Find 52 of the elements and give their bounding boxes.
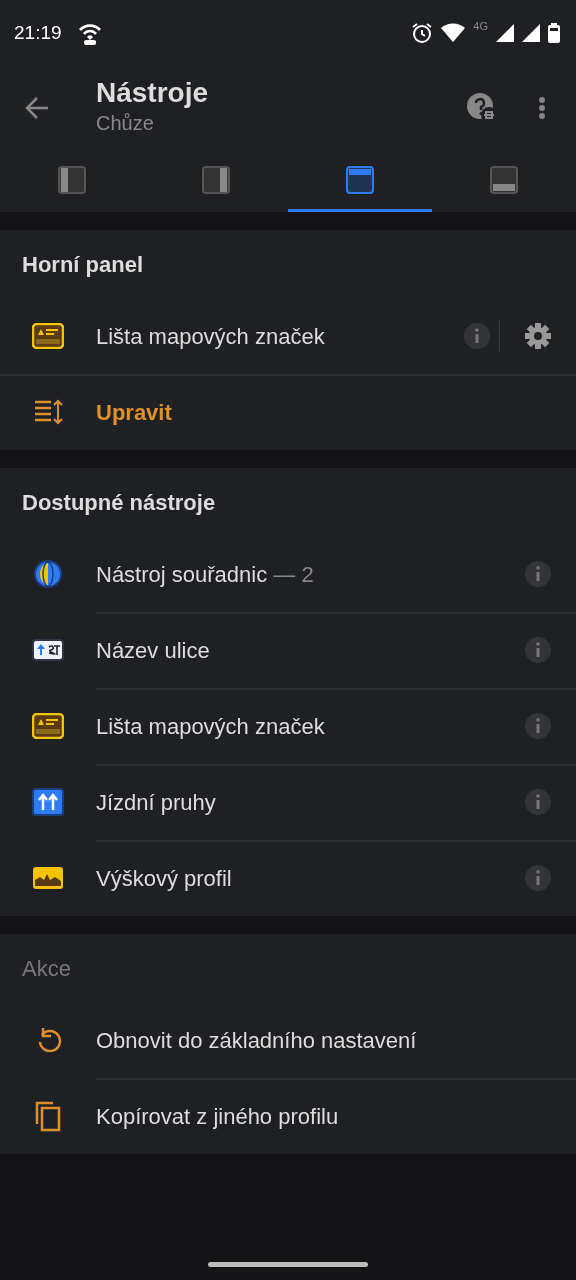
status-time: 21:19 [14,20,62,45]
item-label: Jízdní pruhy [96,789,216,815]
signal-icon [496,24,514,42]
page-subtitle: Chůze [96,111,155,137]
panel-layout-icon [202,165,230,194]
info-icon[interactable] [524,864,552,892]
item-count: — 2 [273,561,314,587]
reorder-icon [33,398,63,426]
info-icon[interactable] [524,712,552,740]
panel-layout-icon [490,165,518,194]
item-label: Obnovit do základního nastavení [96,1027,417,1053]
list-item[interactable]: Nástroj souřadnic — 2 [0,536,576,612]
street-name-icon [32,639,64,661]
item-label: Lišta mapových značek [96,713,325,739]
item-label: Kopírovat z jiného profilu [96,1103,339,1129]
item-label: Nástroj souřadnic [96,561,268,587]
page-title: Nástroje [96,77,210,109]
section-heading: Dostupné nástroje [21,488,217,517]
lanes-icon [32,788,64,816]
list-item[interactable]: Obnovit do základního nastavení [0,1002,576,1078]
map-markers-bar-icon [32,323,64,349]
wifi-icon [441,23,466,43]
item-label: Název ulice [96,637,210,663]
panel-layout-icon [346,165,374,194]
map-markers-bar-icon [32,713,64,739]
list-item[interactable]: Lišta mapových značek [0,298,576,374]
list-item[interactable]: Název ulice [0,612,576,688]
overflow-menu-button[interactable] [538,96,546,120]
item-label: Lišta mapových značek [96,323,325,349]
info-icon[interactable] [524,560,552,588]
list-item[interactable]: Upravit [0,374,576,450]
list-item[interactable]: Kopírovat z jiného profilu [0,1078,576,1154]
globe-icon [33,559,63,589]
copy-icon [34,1100,62,1132]
more-vert-icon [538,96,546,120]
panel-layout-icon [58,165,86,194]
info-icon[interactable] [524,788,552,816]
back-arrow-icon [24,95,50,121]
section-heading: Horní panel [21,250,144,279]
list-item[interactable]: Výškový profil [0,840,576,916]
info-icon[interactable] [524,636,552,664]
list-item[interactable]: Lišta mapových značek [0,688,576,764]
alarm-icon [411,22,434,44]
elevation-profile-icon [32,866,64,890]
network-label: 4G [473,19,488,34]
signal-icon [522,24,540,42]
section-heading: Akce [21,954,72,983]
item-label: Výškový profil [96,865,232,891]
list-item[interactable]: Jízdní pruhy [0,764,576,840]
item-label: Upravit [96,399,172,425]
info-icon[interactable] [463,322,491,350]
battery-icon [548,23,560,43]
